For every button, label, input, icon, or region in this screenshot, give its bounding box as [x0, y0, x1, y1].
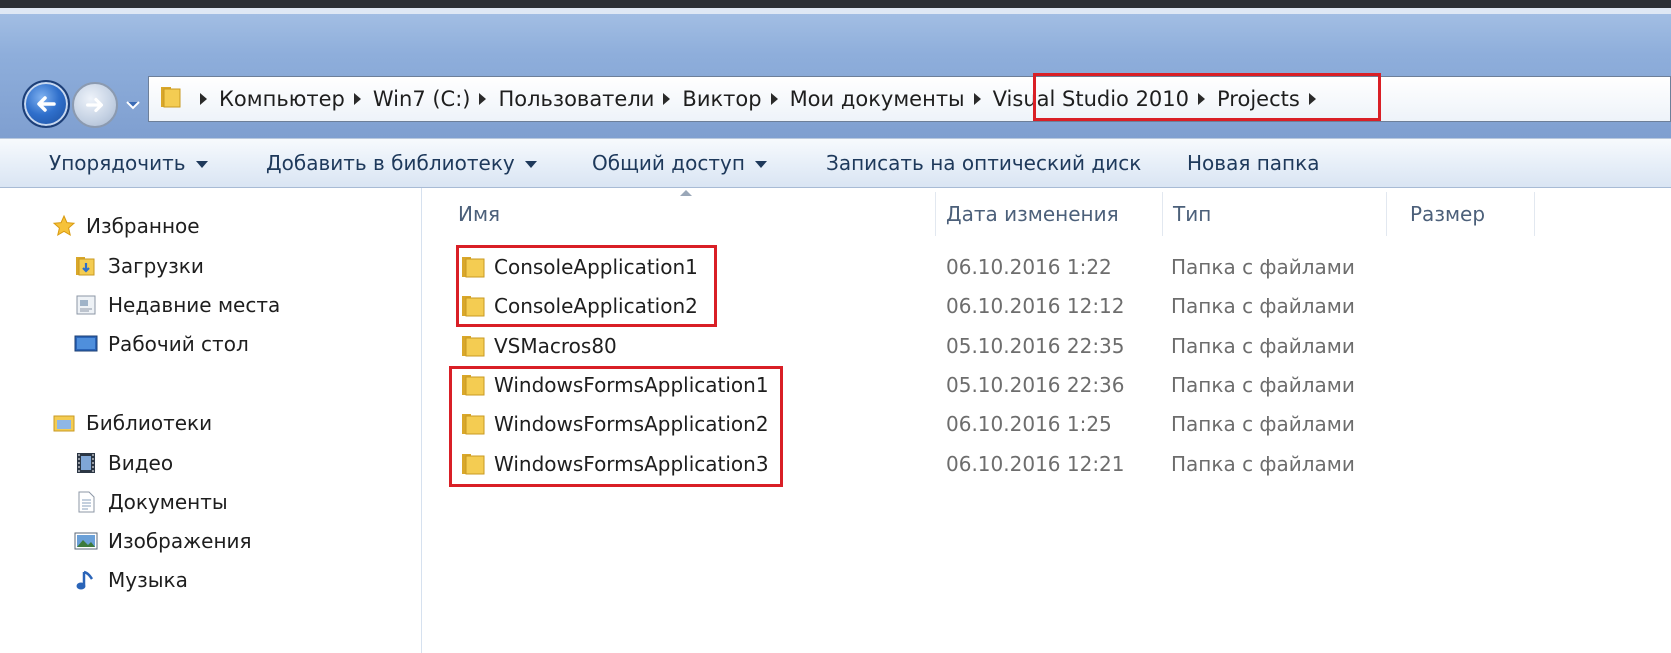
breadcrumb-item[interactable]: Пользователи: [470, 87, 654, 111]
chevron-right-icon[interactable]: [663, 93, 671, 105]
picture-icon: [74, 532, 98, 550]
arrow-right-icon: [86, 97, 104, 113]
desktop-icon: [74, 335, 98, 352]
sidebar-item-pictures[interactable]: Изображения: [74, 526, 252, 556]
add-to-library-button[interactable]: Добавить в библиотеку: [266, 139, 537, 187]
command-bar: Упорядочить Добавить в библиотеку Общий …: [0, 138, 1671, 188]
organize-button[interactable]: Упорядочить: [49, 139, 208, 187]
chevron-right-icon[interactable]: [479, 93, 487, 105]
sidebar-item-recent-places[interactable]: Недавние места: [74, 290, 280, 320]
chevron-right-icon[interactable]: [770, 93, 778, 105]
sidebar-item-favorites[interactable]: Избранное: [52, 211, 200, 241]
sidebar-item-libraries[interactable]: Библиотеки: [52, 408, 212, 438]
sidebar-item-music[interactable]: Музыка: [74, 565, 188, 595]
column-divider[interactable]: [1162, 192, 1163, 236]
share-button[interactable]: Общий доступ: [592, 139, 767, 187]
breadcrumb-item[interactable]: Win7 (C:): [345, 87, 470, 111]
column-header-name[interactable]: Имя: [458, 197, 500, 231]
highlight-box-windows-forms-apps: [449, 366, 783, 487]
column-header-date[interactable]: Дата изменения: [946, 197, 1119, 231]
folder-icon: [462, 336, 485, 357]
dropdown-arrow-icon: [195, 161, 208, 168]
downloads-folder-icon: [76, 257, 95, 276]
sidebar-item-videos[interactable]: Видео: [74, 448, 173, 478]
chevron-right-icon[interactable]: [200, 93, 207, 105]
libraries-icon: [53, 415, 75, 432]
chevron-right-icon[interactable]: [353, 93, 361, 105]
sort-ascending-icon: [680, 190, 692, 196]
folder-icon: [161, 87, 181, 108]
column-header-type[interactable]: Тип: [1173, 197, 1211, 231]
window-top-highlight: [0, 8, 1671, 14]
star-icon: [52, 214, 76, 237]
dropdown-arrow-icon: [524, 161, 537, 168]
window-top-edge: [0, 0, 1671, 8]
music-note-icon: [76, 570, 94, 590]
document-icon: [78, 491, 95, 513]
column-header-size[interactable]: Размер: [1410, 197, 1485, 231]
recent-places-icon: [76, 295, 96, 315]
video-icon: [77, 453, 95, 473]
breadcrumb-item[interactable]: Виктор: [654, 87, 762, 111]
column-divider[interactable]: [1386, 192, 1387, 236]
chevron-right-icon[interactable]: [973, 93, 981, 105]
column-divider[interactable]: [935, 192, 936, 236]
burn-button[interactable]: Записать на оптический диск: [826, 139, 1141, 187]
dropdown-arrow-icon: [754, 161, 767, 168]
breadcrumb-item[interactable]: Компьютер: [196, 87, 345, 111]
history-dropdown-icon[interactable]: [124, 97, 142, 113]
sidebar-item-downloads[interactable]: Загрузки: [74, 251, 204, 281]
new-folder-button[interactable]: Новая папка: [1187, 139, 1319, 187]
sidebar-item-desktop[interactable]: Рабочий стол: [74, 329, 249, 359]
sidebar-item-documents[interactable]: Документы: [74, 487, 228, 517]
column-divider[interactable]: [1534, 192, 1535, 236]
breadcrumb-item[interactable]: Мои документы: [762, 87, 965, 111]
highlight-box-console-apps: [456, 245, 717, 327]
address-highlight-box: [1033, 73, 1381, 121]
forward-button[interactable]: [72, 82, 118, 128]
arrow-left-icon: [37, 96, 56, 112]
table-row[interactable]: VSMacros80 05.10.2016 22:35 Папка с файл…: [452, 327, 1552, 365]
back-button[interactable]: [22, 80, 70, 128]
